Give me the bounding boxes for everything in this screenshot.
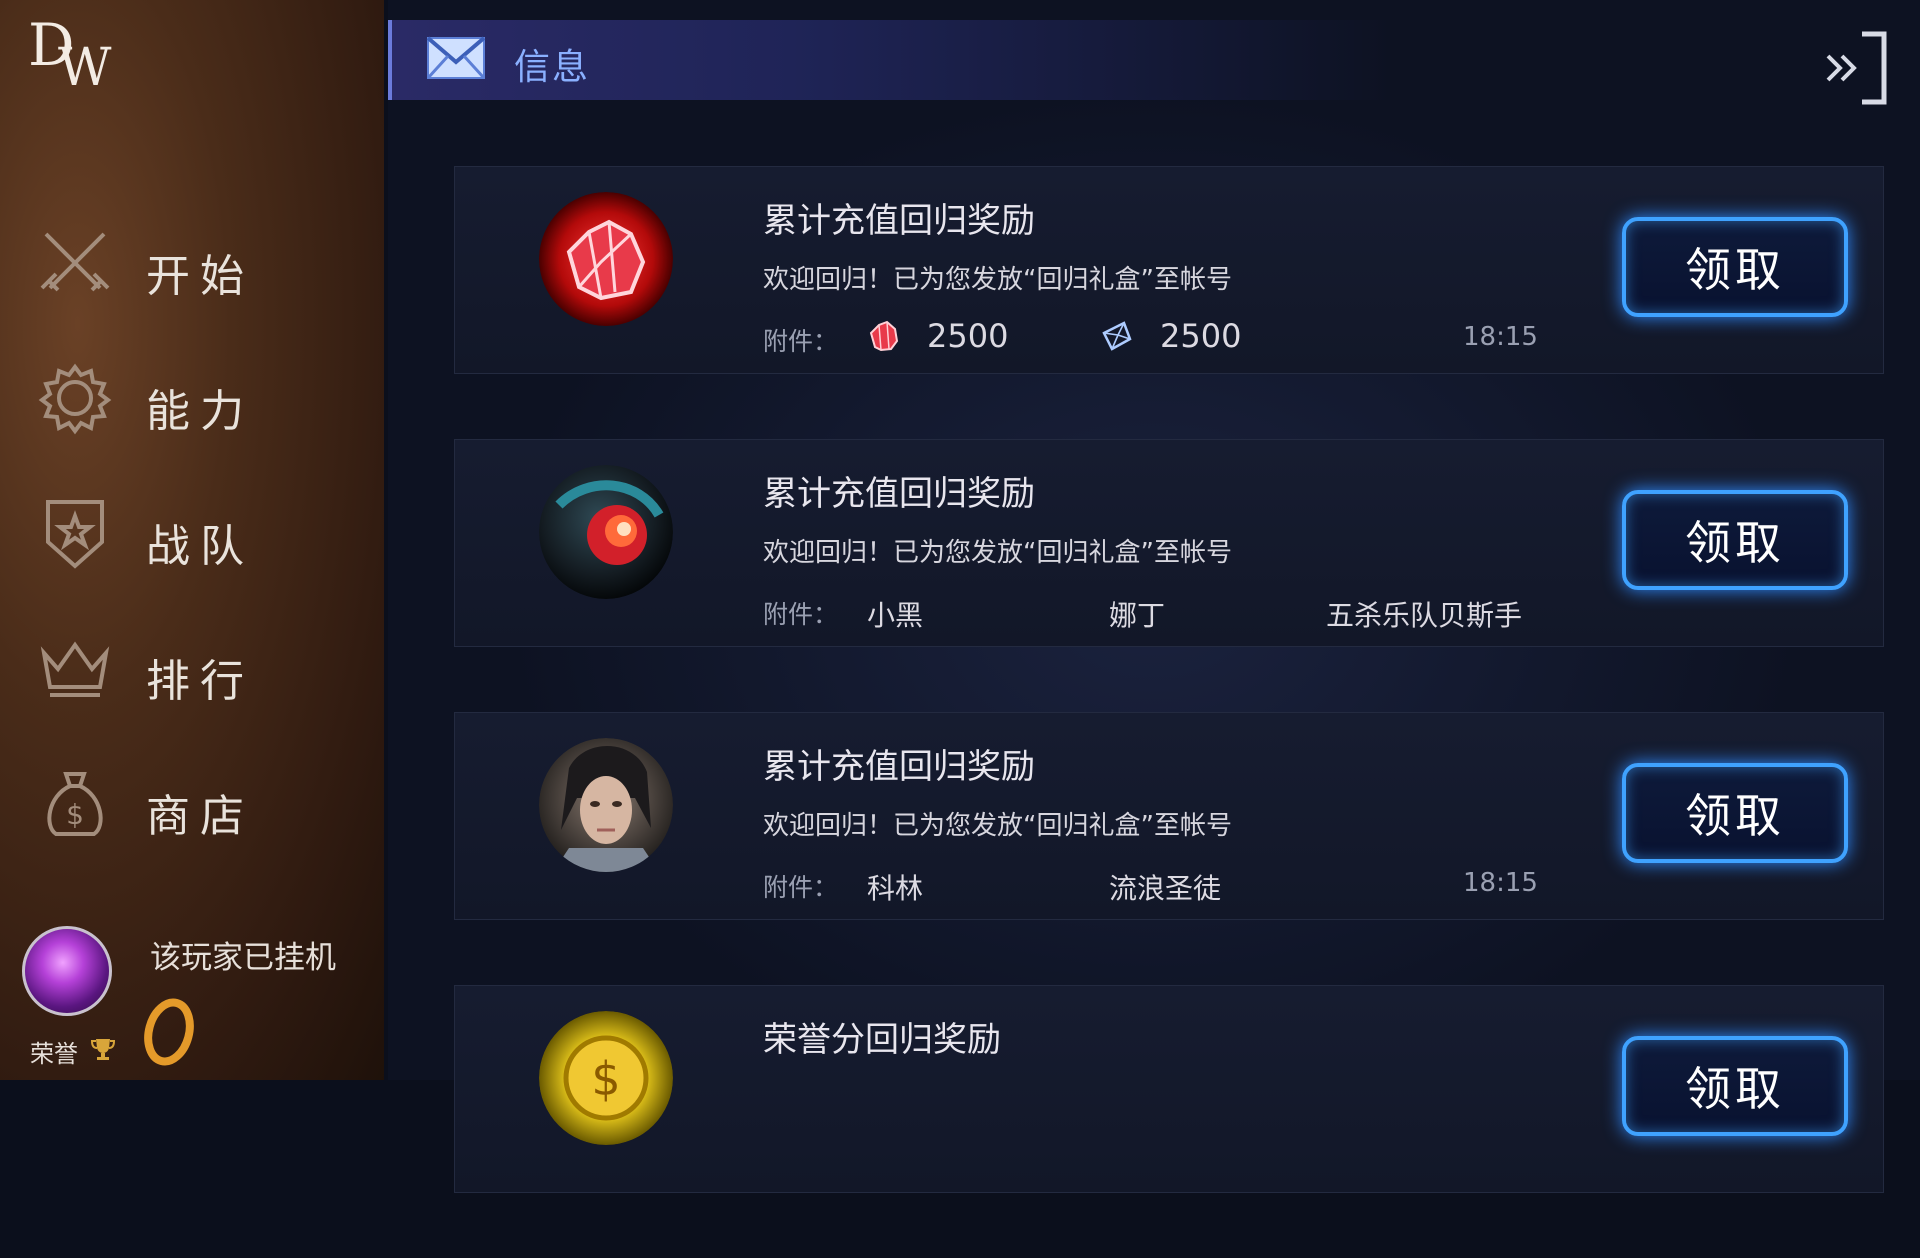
crown-icon [36, 629, 114, 707]
avatar[interactable] [22, 926, 112, 1016]
crossed-swords-icon [36, 224, 114, 302]
attachment-item: 娜丁 [1109, 599, 1166, 632]
gold-coin-icon: $ [539, 1011, 673, 1145]
mail-list: 累计充值回归奖励 欢迎回归！已为您发放“回归礼盒”至帐号 附件： 2500 25… [454, 166, 1884, 1258]
rank-ring-icon [144, 998, 194, 1066]
red-crystal-icon [539, 192, 673, 326]
sidebar: DW 开始 能力 战队 排行 $ 商店 该玩家已挂机 荣誉 [0, 0, 388, 1080]
mail-item[interactable]: 累计充值回归奖励 欢迎回归！已为您发放“回归礼盒”至帐号 附件： 科林 流浪圣徒… [454, 712, 1884, 920]
trophy-icon [90, 1039, 116, 1060]
panel-header: 信息 [388, 20, 1392, 100]
hero-portrait-icon [539, 738, 673, 872]
honor-label: 荣誉 [30, 1040, 78, 1068]
mail-description: 欢迎回归！已为您发放“回归礼盒”至帐号 [763, 538, 1232, 568]
attachment-item: 小黑 [867, 599, 924, 632]
mail-panel: 信息 累计充值回归奖励 欢迎回归！已为您发放“回归礼盒”至帐号 附件： 2500… [388, 0, 1920, 1193]
nav-item-team[interactable]: 战队 [0, 465, 388, 600]
nav-item-ability[interactable]: 能力 [0, 330, 388, 465]
attachment-label: 附件： [763, 327, 839, 356]
mail-time: 18:15 [1463, 868, 1538, 898]
attachment-item: 流浪圣徒 [1109, 872, 1222, 905]
collapse-button[interactable] [1822, 28, 1892, 108]
attachment-label: 附件： [763, 873, 839, 902]
attachment-amount: 2500 [1160, 317, 1242, 355]
claim-button[interactable]: 领取 [1622, 490, 1848, 590]
attachment-label: 附件： [763, 600, 839, 629]
money-bag-icon: $ [36, 764, 114, 842]
player-status: 该玩家已挂机 [150, 940, 336, 976]
mech-eye-icon [539, 465, 673, 599]
svg-text:$: $ [66, 798, 84, 831]
attachment-item: 2500 [1100, 317, 1241, 355]
mail-description: 欢迎回归！已为您发放“回归礼盒”至帐号 [763, 811, 1232, 841]
nav-label: 排行 [146, 655, 254, 707]
nav-label: 开始 [146, 250, 254, 302]
nav-item-start[interactable]: 开始 [0, 195, 388, 330]
nav-item-shop[interactable]: $ 商店 [0, 735, 388, 870]
attachment-item: 科林 [867, 872, 924, 905]
mail-item[interactable]: $ 荣誉分回归奖励 领取 [454, 985, 1884, 1193]
page-title: 信息 [514, 47, 591, 88]
gear-icon [36, 359, 114, 437]
mail-title: 荣誉分回归奖励 [763, 1020, 1001, 1060]
nav-label: 商店 [146, 790, 254, 842]
mail-title: 累计充值回归奖励 [763, 747, 1035, 787]
mail-title: 累计充值回归奖励 [763, 474, 1035, 514]
mail-time: 18:15 [1463, 322, 1538, 352]
claim-button[interactable]: 领取 [1622, 763, 1848, 863]
claim-button[interactable]: 领取 [1622, 1036, 1848, 1136]
mail-item[interactable]: 累计充值回归奖励 欢迎回归！已为您发放“回归礼盒”至帐号 附件： 小黑 娜丁 五… [454, 439, 1884, 647]
nav-item-ranking[interactable]: 排行 [0, 600, 388, 735]
diamond-icon [1102, 321, 1132, 351]
mail-icon [426, 36, 486, 80]
mail-description: 欢迎回归！已为您发放“回归礼盒”至帐号 [763, 265, 1232, 295]
mail-title: 累计充值回归奖励 [763, 201, 1035, 241]
mail-item[interactable]: 累计充值回归奖励 欢迎回归！已为您发放“回归礼盒”至帐号 附件： 2500 25… [454, 166, 1884, 374]
svg-text:$: $ [591, 1052, 620, 1106]
nav-label: 战队 [146, 520, 254, 572]
attachment-item: 2500 [867, 317, 1008, 355]
claim-button[interactable]: 领取 [1622, 217, 1848, 317]
attachment-amount: 2500 [927, 317, 1009, 355]
collapse-right-icon [1826, 31, 1887, 105]
shield-star-icon [36, 494, 114, 572]
player-panel: 该玩家已挂机 荣誉 [20, 922, 370, 1072]
nav-label: 能力 [146, 385, 254, 437]
red-crystal-icon [869, 320, 899, 352]
game-logo: DW [28, 11, 112, 98]
main-nav: 开始 能力 战队 排行 $ 商店 [0, 195, 388, 870]
attachment-item: 五杀乐队贝斯手 [1326, 599, 1523, 632]
